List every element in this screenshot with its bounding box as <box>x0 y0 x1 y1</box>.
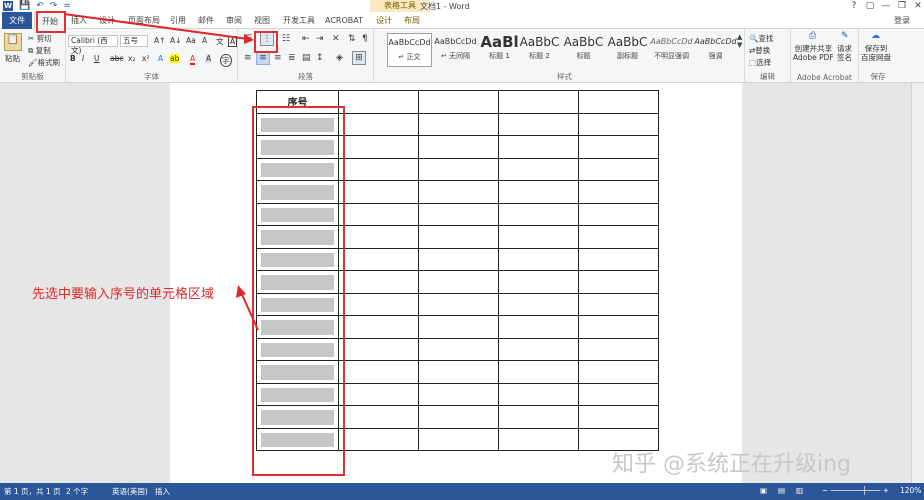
arrow-head-selection <box>236 285 246 298</box>
watermark: 知乎 @系统正在升级ing <box>612 452 852 477</box>
annotation-text: 先选中要输入序号的单元格区域 <box>32 287 215 302</box>
arrow-head-numbering <box>244 34 254 44</box>
arrow-to-numbering <box>63 13 249 40</box>
status-language[interactable]: 英语(美国) <box>112 486 148 497</box>
zoom-slider[interactable]: − ───────┼─── + <box>822 486 889 495</box>
status-words[interactable]: 2 个字 <box>66 486 88 497</box>
read-mode-icon[interactable]: ▣ <box>760 486 767 495</box>
web-layout-icon[interactable]: ▥ <box>796 486 803 495</box>
arrow-to-selection <box>239 289 259 331</box>
status-bar: 第 1 页，共 1 页 2 个字 英语(美国) 插入 ▣ ▤ ▥ − ─────… <box>0 483 924 500</box>
print-layout-icon[interactable]: ▤ <box>778 486 785 495</box>
annotation-arrows <box>63 13 259 331</box>
zoom-level[interactable]: 120% <box>900 486 921 495</box>
status-page[interactable]: 第 1 页，共 1 页 <box>4 486 61 497</box>
status-mode[interactable]: 插入 <box>155 486 170 497</box>
